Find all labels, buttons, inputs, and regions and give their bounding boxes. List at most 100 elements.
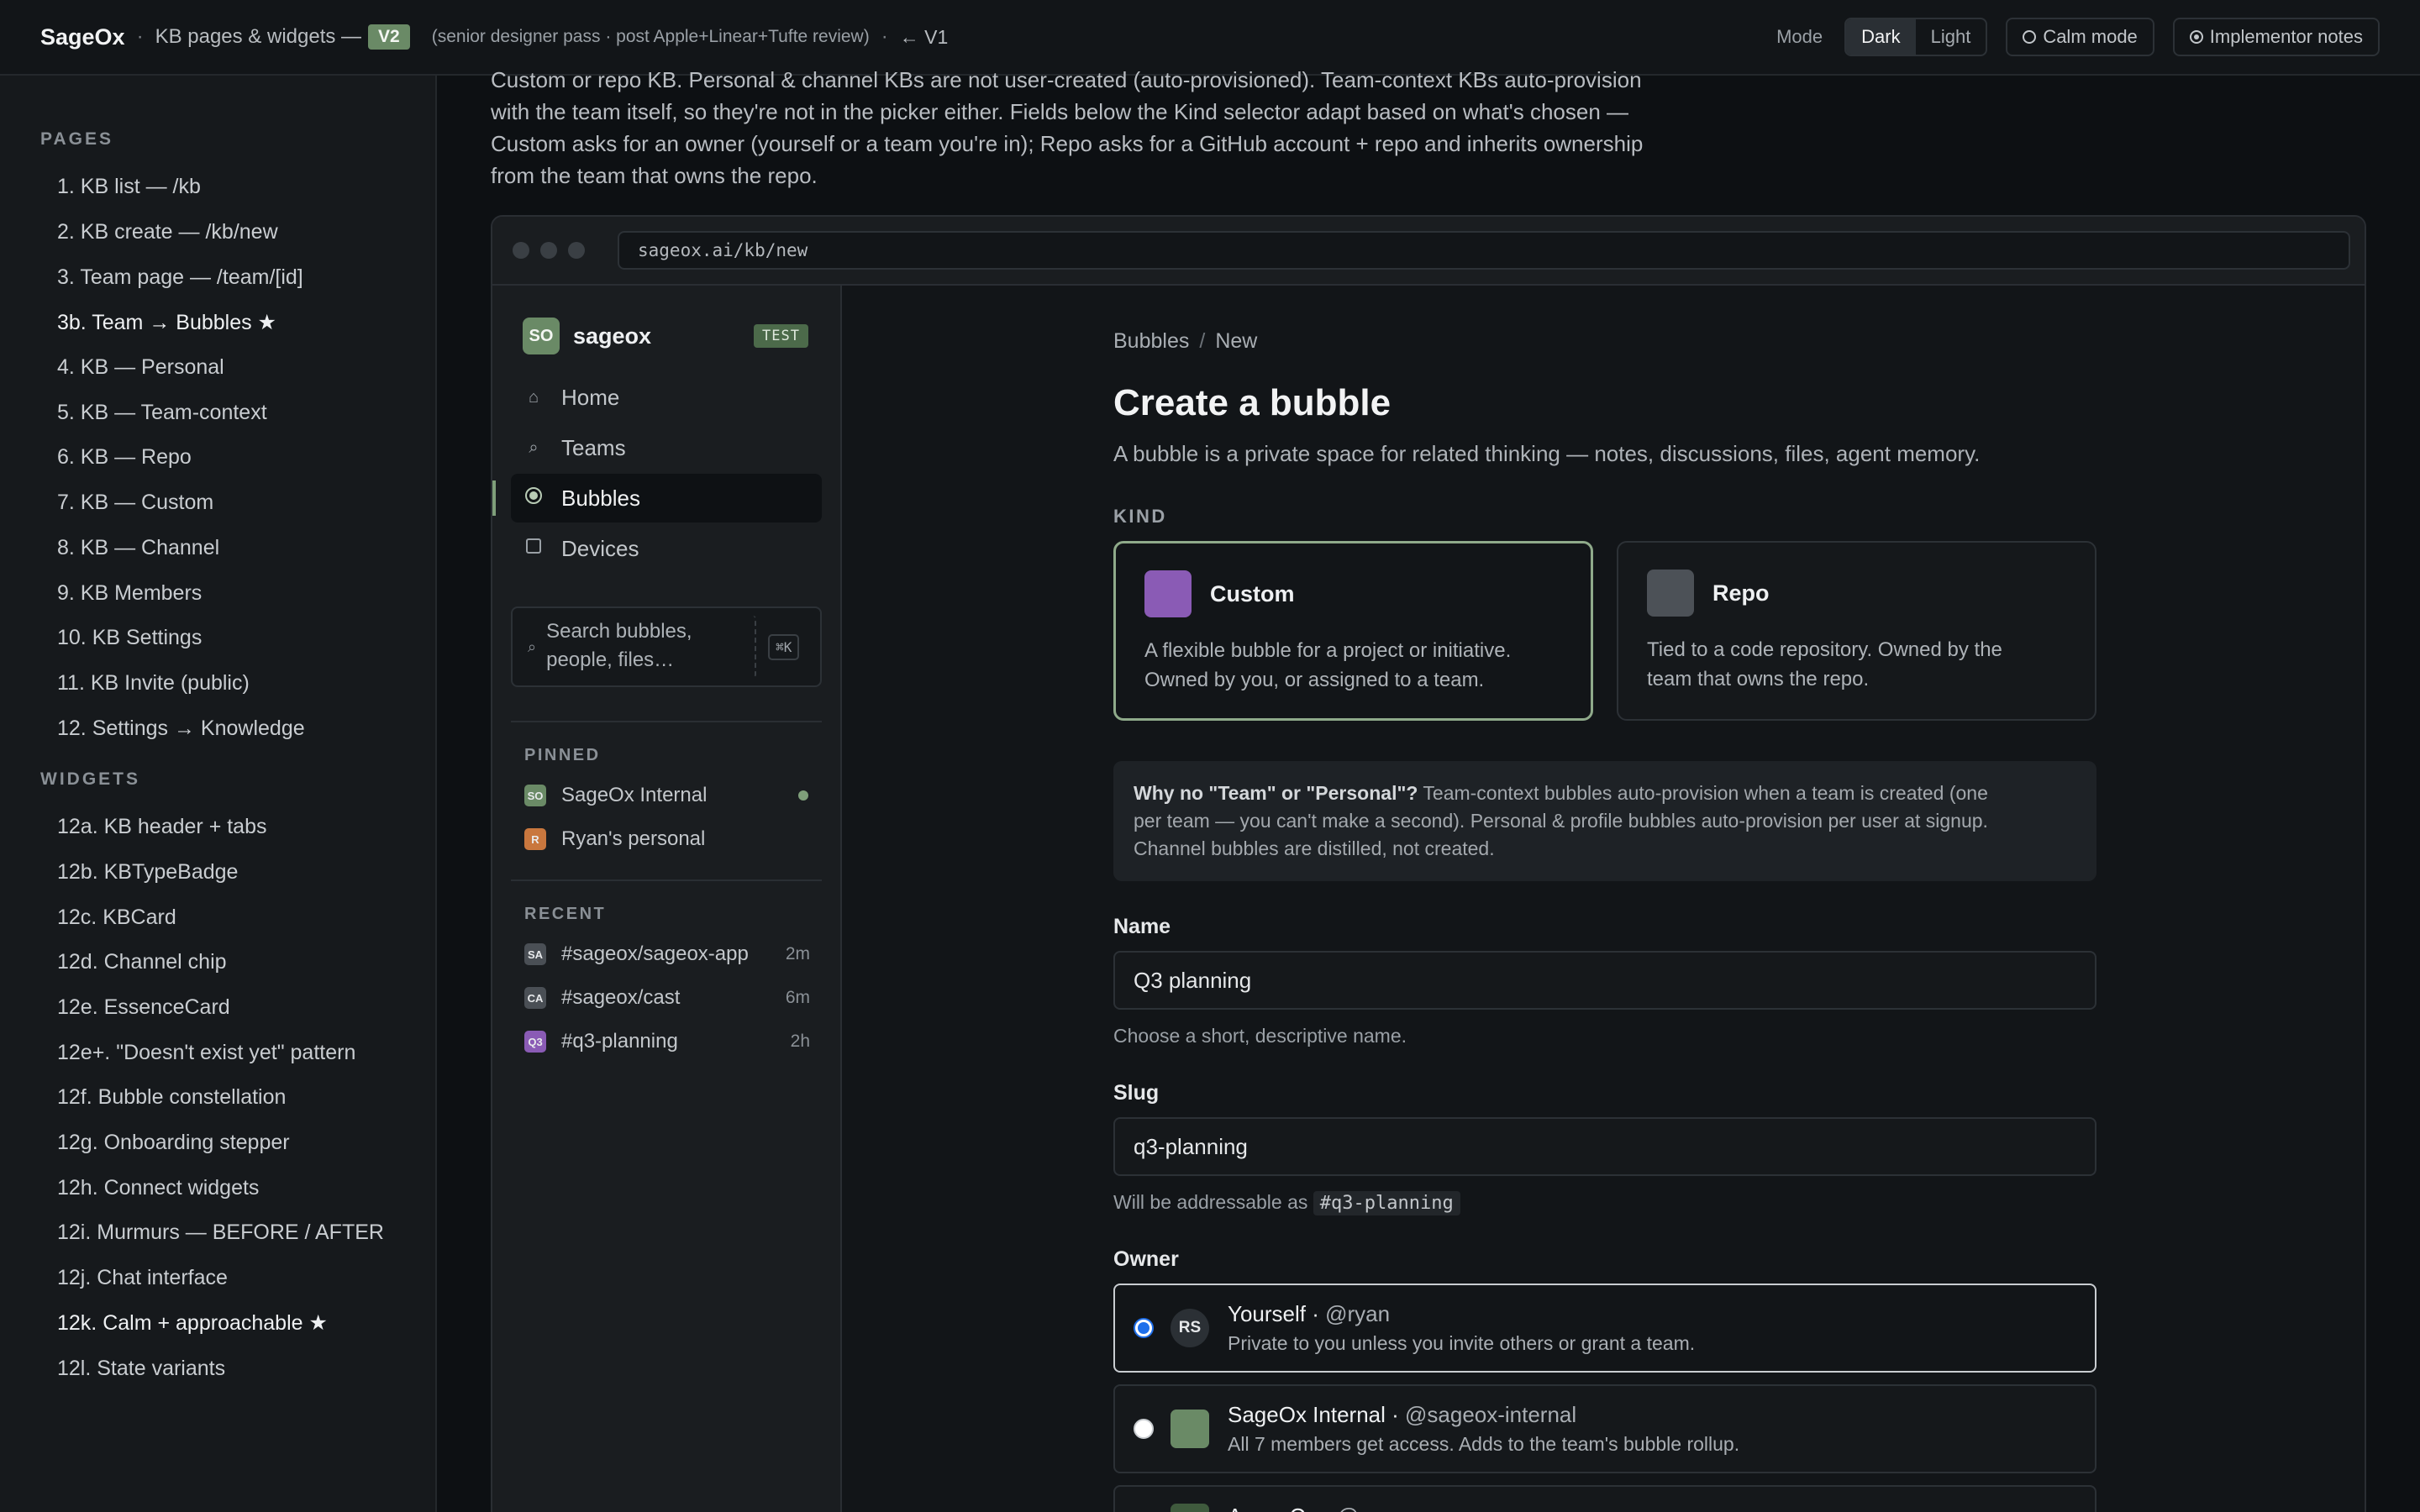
breadcrumb-bubbles[interactable]: Bubbles bbox=[1113, 329, 1189, 353]
doc-nav-page-link[interactable]: 11. KB Invite (public) bbox=[0, 661, 435, 706]
callout-heading: Why no "Team" or "Personal"? bbox=[1134, 782, 1418, 804]
doc-nav-page-link[interactable]: 6. KB — Repo bbox=[0, 435, 435, 480]
owner-name: Acme Co bbox=[1228, 1504, 1318, 1512]
doc-nav-widget-link[interactable]: 12d. Channel chip bbox=[0, 940, 435, 985]
nav-home[interactable]: ⌂ Home bbox=[511, 373, 822, 422]
nav-label: Teams bbox=[561, 434, 626, 460]
name-label: Name bbox=[1113, 915, 1171, 938]
kind-selector: Custom A flexible bubble for a project o… bbox=[1113, 541, 2096, 721]
doc-nav-widget-link[interactable]: 12e. EssenceCard bbox=[0, 985, 435, 1031]
kind-description-line: Tied to a code repository. Owned by the bbox=[1647, 638, 2002, 661]
topbar-controls: Mode Dark Light Calm mode Implementor no… bbox=[1776, 18, 2380, 56]
doc-nav-widget-link[interactable]: 12k. Calm + approachable ★ bbox=[0, 1301, 435, 1347]
owner-title: Yourself · @ryan bbox=[1228, 1301, 1391, 1326]
home-icon: ⌂ bbox=[528, 387, 539, 407]
doc-nav-widget-link[interactable]: 12h. Connect widgets bbox=[0, 1165, 435, 1210]
team-avatar bbox=[1171, 1504, 1209, 1512]
workspace-avatar: SO bbox=[523, 318, 560, 354]
callout-line: Why no "Team" or "Personal"? Team-contex… bbox=[1134, 780, 2076, 807]
repo-swatch-icon bbox=[1647, 570, 1694, 617]
brand-name[interactable]: SageOx bbox=[40, 24, 125, 50]
owner-option-yourself[interactable]: RS Yourself · @ryan Private to you unles… bbox=[1113, 1284, 2096, 1373]
search-icon: ⌕ bbox=[528, 638, 537, 655]
search-placeholder[interactable]: Search bubbles, people, files… bbox=[546, 616, 757, 678]
doc-nav-page-link[interactable]: 3b. Team → Bubbles ★ bbox=[0, 300, 435, 345]
doc-nav-widget-link[interactable]: 12l. State variants bbox=[0, 1346, 435, 1391]
section-title: KB pages & widgets — bbox=[155, 25, 362, 48]
intro-line: from the team that owns the repo. bbox=[491, 163, 818, 188]
back-to-v1-link[interactable]: ← V1 bbox=[900, 26, 949, 49]
doc-nav-page-link[interactable]: 8. KB — Channel bbox=[0, 526, 435, 571]
doc-nav-widget-link[interactable]: 12a. KB header + tabs bbox=[0, 805, 435, 850]
nav-teams[interactable]: ⌕ Teams bbox=[511, 423, 822, 472]
doc-nav-page-link[interactable]: 3. Team page — /team/[id] bbox=[0, 255, 435, 300]
sidebar-search[interactable]: ⌕ Search bubbles, people, files… ⌘K bbox=[511, 606, 822, 687]
bubble-avatar: R bbox=[524, 828, 546, 850]
mode-light-button[interactable]: Light bbox=[1916, 19, 1986, 55]
pinned-item[interactable]: R Ryan's personal bbox=[492, 817, 840, 861]
teams-icon: ⌕ bbox=[529, 438, 539, 457]
intro-line: Custom or repo KB. Personal & channel KB… bbox=[491, 67, 1642, 92]
doc-nav-widget-link[interactable]: 12j. Chat interface bbox=[0, 1256, 435, 1301]
url-bar[interactable]: sageox.ai/kb/new bbox=[618, 231, 2350, 270]
window-minimize-dot[interactable] bbox=[540, 242, 557, 259]
pinned-item-label: Ryan's personal bbox=[561, 827, 706, 850]
doc-nav-widget-link[interactable]: 12g. Onboarding stepper bbox=[0, 1121, 435, 1166]
doc-nav-page-link[interactable]: 9. KB Members bbox=[0, 570, 435, 616]
calm-mode-button[interactable]: Calm mode bbox=[2006, 18, 2154, 56]
doc-nav-widget-link[interactable]: 12b. KBTypeBadge bbox=[0, 850, 435, 895]
window-close-dot[interactable] bbox=[513, 242, 529, 259]
implementor-notes-button[interactable]: Implementor notes bbox=[2172, 18, 2380, 56]
nav-devices[interactable]: Devices bbox=[511, 524, 822, 573]
owner-option-sageox-internal[interactable]: SageOx Internal · @sageox-internal All 7… bbox=[1113, 1384, 2096, 1473]
doc-nav-page-link[interactable]: 5. KB — Team-context bbox=[0, 390, 435, 435]
doc-nav-page-link[interactable]: 12. Settings → Knowledge bbox=[0, 706, 435, 751]
recent-item[interactable]: CA #sageox/cast 6m bbox=[492, 976, 840, 1020]
slug-help-label: Will be addressable as bbox=[1113, 1191, 1308, 1213]
channel-avatar: CA bbox=[524, 987, 546, 1009]
slug-input[interactable]: q3-planning bbox=[1113, 1117, 2096, 1176]
nav-label: Devices bbox=[561, 535, 639, 561]
breadcrumb-new: New bbox=[1215, 329, 1258, 353]
kind-description-line: team that owns the repo. bbox=[1647, 668, 1870, 690]
owner-text: Yourself · @ryan Private to you unless y… bbox=[1228, 1301, 1695, 1355]
name-help-text: Choose a short, descriptive name. bbox=[1113, 1025, 1407, 1047]
doc-nav-page-link[interactable]: 2. KB create — /kb/new bbox=[0, 210, 435, 255]
doc-nav-page-link[interactable]: 4. KB — Personal bbox=[0, 345, 435, 391]
why-no-team-callout: Why no "Team" or "Personal"? Team-contex… bbox=[1113, 761, 2096, 881]
kind-card-header: Custom bbox=[1144, 570, 1562, 617]
doc-nav-page-link[interactable]: 1. KB list — /kb bbox=[0, 165, 435, 210]
pages-heading: PAGES bbox=[40, 129, 113, 149]
workspace-header[interactable]: SO sageox TEST bbox=[492, 286, 840, 354]
recent-item[interactable]: SA #sageox/sageox-app 2m bbox=[492, 932, 840, 976]
kind-card-repo[interactable]: Repo Tied to a code repository. Owned by… bbox=[1617, 541, 2096, 721]
page-title: Create a bubble bbox=[1113, 382, 1392, 423]
owner-radio[interactable] bbox=[1134, 1419, 1154, 1439]
doc-nav-page-link[interactable]: 10. KB Settings bbox=[0, 616, 435, 661]
nav-bubbles[interactable]: Bubbles bbox=[492, 474, 822, 522]
doc-nav-widget-link[interactable]: 12i. Murmurs — BEFORE / AFTER bbox=[0, 1210, 435, 1256]
name-input[interactable]: Q3 planning bbox=[1113, 951, 2096, 1010]
owner-title: SageOx Internal · @sageox-internal bbox=[1228, 1402, 1577, 1427]
kind-title: Custom bbox=[1210, 580, 1295, 606]
doc-nav-page-link[interactable]: 7. KB — Custom bbox=[0, 480, 435, 526]
owner-handle: @sageox-internal bbox=[1405, 1402, 1577, 1427]
kind-description: A flexible bubble for a project or initi… bbox=[1144, 636, 1562, 695]
recent-item[interactable]: Q3 #q3-planning 2h bbox=[492, 1020, 840, 1063]
doc-nav-widget-link[interactable]: 12e+. "Doesn't exist yet" pattern bbox=[0, 1030, 435, 1075]
owner-option-acme-co[interactable]: Acme Co · @acme-co bbox=[1113, 1485, 2096, 1512]
doc-nav-widget-link[interactable]: 12f. Bubble constellation bbox=[0, 1075, 435, 1121]
window-zoom-dot[interactable] bbox=[568, 242, 585, 259]
implementor-notes-label: Implementor notes bbox=[2209, 26, 2363, 47]
mode-dark-button[interactable]: Dark bbox=[1846, 19, 1916, 55]
team-avatar bbox=[1171, 1410, 1209, 1448]
pinned-item[interactable]: SO SageOx Internal bbox=[492, 774, 840, 817]
kind-card-custom[interactable]: Custom A flexible bubble for a project o… bbox=[1113, 541, 1593, 721]
doc-nav-widget-link[interactable]: 12c. KBCard bbox=[0, 895, 435, 940]
pinned-item-label: SageOx Internal bbox=[561, 784, 708, 806]
calm-mode-label: Calm mode bbox=[2043, 26, 2138, 47]
kind-label: KIND bbox=[1113, 506, 1167, 527]
owner-radio[interactable] bbox=[1134, 1318, 1154, 1338]
bubble-avatar: SO bbox=[524, 785, 546, 806]
owner-label: Owner bbox=[1113, 1247, 1179, 1271]
